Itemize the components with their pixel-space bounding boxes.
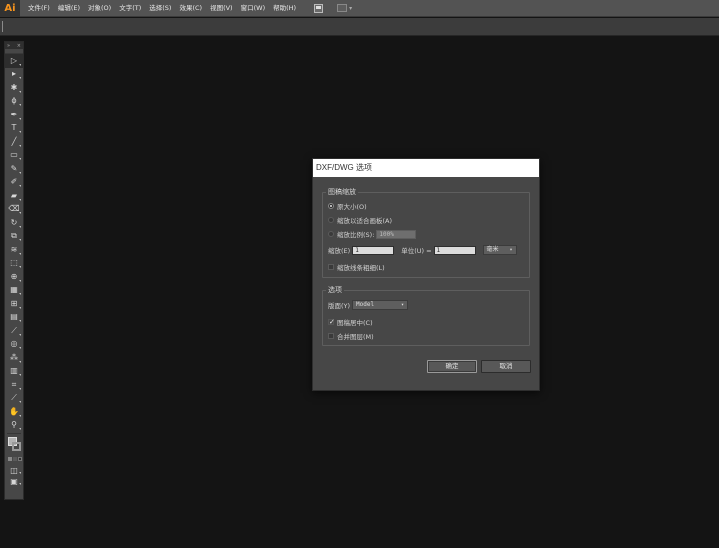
divider [7,433,21,434]
original-size-option[interactable]: 原大小(O) [328,201,367,211]
blend-tool-icon[interactable]: ◎ [5,338,23,352]
artwork-scale-title: 图稿缩放 [326,188,358,197]
merge-layers-option[interactable]: 合并图层(M) [328,331,374,341]
lasso-tool-icon[interactable]: ϕ [5,95,23,109]
menu-select[interactable]: 选择(S) [145,0,175,17]
options-title: 选项 [326,286,344,295]
scale-strokes-label: 缩放线条粗细(L) [337,264,385,272]
center-artwork-checkbox[interactable]: ✓ [328,319,335,326]
fit-artboard-label: 缩放以适合画板(A) [337,217,393,225]
fit-artboard-radio[interactable] [328,217,334,223]
center-artwork-label: 图稿居中(C) [337,319,373,327]
zoom-tool-icon[interactable]: ⚲ [5,419,23,433]
chevron-down-icon: ▾ [401,302,405,308]
main-menu: 文件(F) 编辑(E) 对象(O) 文字(T) 选择(S) 效果(C) 视图(V… [24,0,300,17]
scale-strokes-option[interactable]: 缩放线条粗细(L) [328,262,385,272]
scale-strokes-checkbox[interactable] [328,264,334,270]
cancel-button[interactable]: 取消 [481,360,531,373]
tools-panel: » × ▷ ▸ ✱ ϕ ✒ T ╱ ▭ ✎ ✐ ▰ ⌫ ↻ ⧉ ≋ ⬚ ⊕ ▦ ⊞ ▤ ⟋ ◎ ⁂ ▥ ⌗ ⟋ ✋ ⚲ ◫ ▣ [4,41,24,500]
menu-edit[interactable]: 编辑(E) [54,0,84,17]
slice-tool-icon[interactable]: ⟋ [5,392,23,406]
dialog-title: DXF/DWG 选项 [313,159,539,177]
scale-tool-icon[interactable]: ⧉ [5,230,23,244]
rotate-tool-icon[interactable]: ↻ [5,216,23,230]
chevron-down-icon: ▾ [509,247,513,253]
type-tool-icon[interactable]: T [5,122,23,136]
warp-tool-icon[interactable]: ≋ [5,243,23,257]
none-mode-icon[interactable] [18,457,22,461]
menu-effect[interactable]: 效果(C) [175,0,206,17]
symbol-sprayer-tool-icon[interactable]: ⁂ [5,351,23,365]
selection-tool-icon[interactable]: ▷ [5,54,23,68]
collapse-icon[interactable]: » [7,43,10,49]
scale-label: 缩放(E) [328,247,351,255]
app-logo: Ai [0,0,20,17]
eraser-tool-icon[interactable]: ⌫ [5,203,23,217]
gradient-tool-icon[interactable]: ▤ [5,311,23,325]
scale-input[interactable]: 1 [352,245,395,255]
paintbrush-tool-icon[interactable]: ✎ [5,162,23,176]
stroke-swatch[interactable] [12,442,21,451]
layout-select[interactable]: Model ▾ [352,300,409,310]
shape-builder-tool-icon[interactable]: ⊕ [5,270,23,284]
line-tool-icon[interactable]: ╱ [5,135,23,149]
hand-tool-icon[interactable]: ✋ [5,405,23,419]
fit-artboard-option[interactable]: 缩放以适合画板(A) [328,215,392,225]
scale-ratio-label: 缩放比例(S): [337,231,375,239]
perspective-grid-tool-icon[interactable]: ▦ [5,284,23,298]
layout-label: 版面(Y) [328,302,351,310]
pen-tool-icon[interactable]: ✒ [5,108,23,122]
rectangle-tool-icon[interactable]: ▭ [5,149,23,163]
screen-mode-icon[interactable]: ▣ [5,476,23,487]
pencil-tool-icon[interactable]: ✐ [5,176,23,190]
eyedropper-tool-icon[interactable]: ⟋ [5,324,23,338]
dxf-dwg-options-dialog: DXF/DWG 选项 图稿缩放 原大小(O) 缩放以适合画板(A) 缩放比例(S… [312,158,540,391]
scale-ratio-radio[interactable] [328,231,334,237]
layout-select-value: Model [356,301,375,308]
tool-list: ▷ ▸ ✱ ϕ ✒ T ╱ ▭ ✎ ✐ ▰ ⌫ ↻ ⧉ ≋ ⬚ ⊕ ▦ ⊞ ▤ ⟋ ◎ ⁂ ▥ ⌗ ⟋ ✋ ⚲ [5,54,23,432]
unit-select-value: 毫米 [486,246,499,253]
magic-wand-tool-icon[interactable]: ✱ [5,81,23,95]
scale-ratio-option[interactable]: 缩放比例(S): 100% [328,229,417,239]
menu-file[interactable]: 文件(F) [24,0,54,17]
bridge-icon[interactable] [314,3,324,13]
close-icon[interactable]: × [17,43,21,49]
tools-panel-header[interactable]: » × [5,42,23,49]
color-swatches [5,435,23,465]
menu-window[interactable]: 窗口(W) [237,0,270,17]
menu-bar: Ai 文件(F) 编辑(E) 对象(O) 文字(T) 选择(S) 效果(C) 视… [0,0,719,17]
blob-brush-tool-icon[interactable]: ▰ [5,189,23,203]
menu-type[interactable]: 文字(T) [115,0,145,17]
color-mode-icon[interactable] [8,457,12,461]
artboard-tool-icon[interactable]: ⌗ [5,378,23,392]
options-group: 选项 版面(Y) Model ▾ ✓ 图稿居中(C) 合并图层(M) [322,286,530,346]
layout-row: 版面(Y) Model ▾ [328,300,409,310]
arrange-documents-button[interactable]: ▾ [337,4,352,12]
chevron-down-icon: ▾ [349,4,353,12]
artwork-scale-group: 图稿缩放 原大小(O) 缩放以适合画板(A) 缩放比例(S): 100% 缩放(… [322,188,530,278]
merge-layers-checkbox[interactable] [328,333,334,339]
center-artwork-option[interactable]: ✓ 图稿居中(C) [328,317,373,327]
ok-button[interactable]: 确定 [427,360,477,373]
drawing-modes-icon[interactable]: ◫ [5,465,23,476]
scale-ratio-input[interactable]: 100% [376,229,417,239]
gradient-mode-icon[interactable] [13,457,17,461]
menu-object[interactable]: 对象(O) [84,0,115,17]
column-graph-tool-icon[interactable]: ▥ [5,365,23,379]
mesh-tool-icon[interactable]: ⊞ [5,297,23,311]
units-input[interactable]: 1 [433,245,476,255]
menu-view[interactable]: 视图(V) [206,0,237,17]
control-bar [0,18,719,36]
original-size-label: 原大小(O) [337,203,367,211]
arrange-documents-icon [337,4,348,12]
menu-help[interactable]: 帮助(H) [269,0,300,17]
free-transform-tool-icon[interactable]: ⬚ [5,257,23,271]
control-bar-grip[interactable] [2,21,3,32]
scale-units-row: 缩放(E) 1 单位(U) = 1 毫米 ▾ [328,245,517,255]
direct-selection-tool-icon[interactable]: ▸ [5,68,23,82]
original-size-radio[interactable] [328,203,334,209]
unit-select[interactable]: 毫米 ▾ [482,245,517,255]
merge-layers-label: 合并图层(M) [337,333,374,341]
units-label: 单位(U) = [401,247,432,255]
